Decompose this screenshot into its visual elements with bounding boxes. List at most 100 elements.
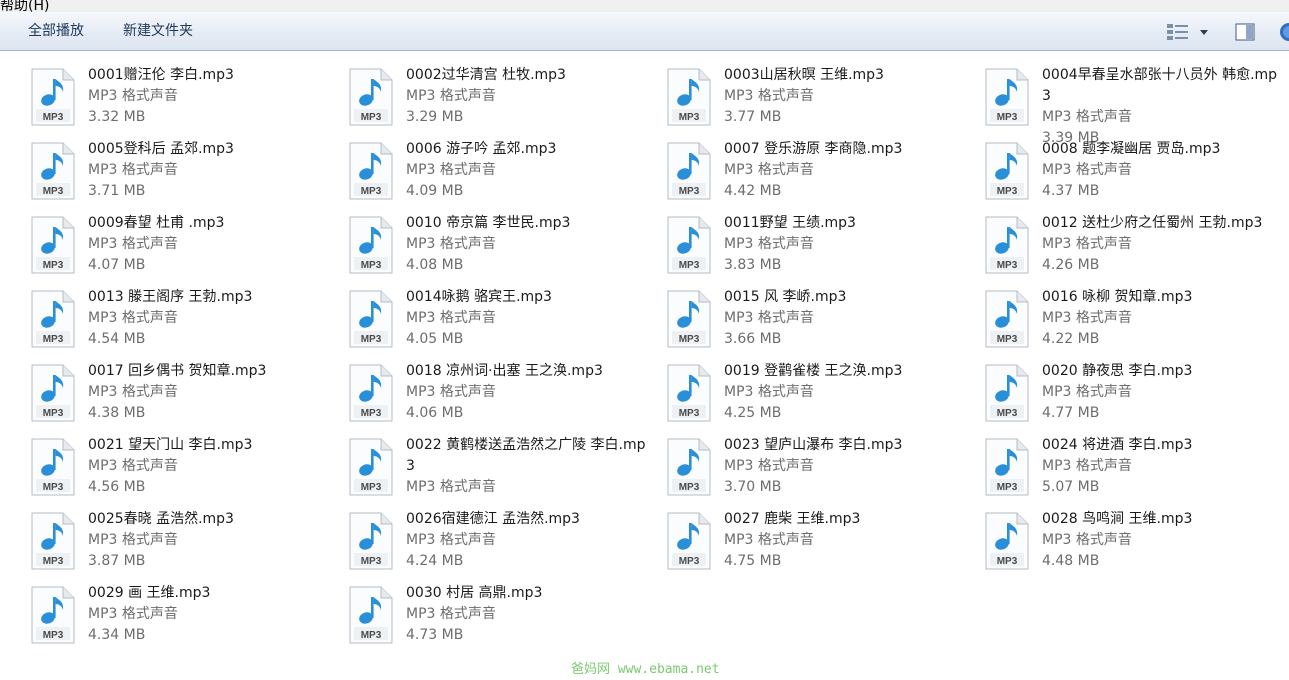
file-tile[interactable]: MP3 0008 题李凝幽居 贾岛.mp3 MP3 格式声音 4.37 MB	[984, 139, 1284, 209]
file-tile[interactable]: MP3 0011野望 王绩.mp3 MP3 格式声音 3.83 MB	[666, 213, 966, 283]
file-name: 0022 黄鹤楼送孟浩然之广陵 李白.mp3	[406, 437, 646, 474]
file-tile[interactable]: MP3 0004早春呈水部张十八员外 韩愈.mp3 MP3 格式声音 3.39 MB	[984, 65, 1284, 146]
file-tile[interactable]: MP3 0014咏鹅 骆宾王.mp3 MP3 格式声音 4.05 MB	[348, 287, 648, 357]
play-all-button[interactable]: 全部播放	[28, 12, 84, 50]
file-tile[interactable]: MP3 0009春望 杜甫 .mp3 MP3 格式声音 4.07 MB	[30, 213, 330, 283]
file-name: 0007 登乐游原 李商隐.mp3	[724, 141, 903, 157]
change-view-icon[interactable]	[1166, 23, 1190, 41]
file-name: 0019 登鹳雀楼 王之涣.mp3	[724, 363, 903, 379]
file-tile[interactable]: MP3 0019 登鹳雀楼 王之涣.mp3 MP3 格式声音 4.25 MB	[666, 361, 966, 431]
file-tile[interactable]: MP3 0023 望庐山瀑布 李白.mp3 MP3 格式声音 3.70 MB	[666, 435, 966, 505]
file-tile[interactable]: MP3 0001赠汪伦 李白.mp3 MP3 格式声音 3.32 MB	[30, 65, 330, 135]
file-size: 4.25 MB	[724, 405, 782, 421]
mp3-badge: MP3	[361, 556, 382, 567]
menu-item-help[interactable]: 帮助(H)	[0, 0, 49, 12]
file-tile[interactable]: MP3 0021 望天门山 李白.mp3 MP3 格式声音 4.56 MB	[30, 435, 330, 505]
file-type: MP3 格式声音	[724, 532, 814, 548]
file-type: MP3 格式声音	[88, 384, 178, 400]
mp3-file-icon: MP3	[349, 586, 393, 644]
file-type: MP3 格式声音	[406, 479, 496, 495]
file-tile[interactable]: MP3 0013 滕王阁序 王勃.mp3 MP3 格式声音 4.54 MB	[30, 287, 330, 357]
mp3-file-icon: MP3	[985, 438, 1029, 496]
file-name: 0003山居秋暝 王维.mp3	[724, 67, 884, 83]
mp3-badge: MP3	[361, 334, 382, 345]
file-name: 0021 望天门山 李白.mp3	[88, 437, 253, 453]
mp3-file-icon: MP3	[667, 68, 711, 126]
file-tile[interactable]: MP3 0018 凉州词·出塞 王之涣.mp3 MP3 格式声音 4.06 MB	[348, 361, 648, 431]
file-type: MP3 格式声音	[406, 532, 496, 548]
file-name: 0016 咏柳 贺知章.mp3	[1042, 289, 1193, 305]
file-type: MP3 格式声音	[88, 532, 178, 548]
mp3-file-icon: MP3	[349, 438, 393, 496]
file-details: 0016 咏柳 贺知章.mp3 MP3 格式声音 4.22 MB	[1042, 287, 1284, 350]
mp3-file-icon: MP3	[31, 68, 75, 126]
mp3-badge: MP3	[679, 112, 700, 123]
file-details: 0012 送杜少府之任蜀州 王勃.mp3 MP3 格式声音 4.26 MB	[1042, 213, 1284, 276]
file-list-view: MP3 0001赠汪伦 李白.mp3 MP3 格式声音 3.32 MB MP3 0002过…	[0, 51, 1289, 680]
file-name: 0004早春呈水部张十八员外 韩愈.mp3	[1042, 67, 1278, 104]
mp3-file-icon: MP3	[667, 512, 711, 570]
file-name: 0017 回乡偶书 贺知章.mp3	[88, 363, 267, 379]
file-tile[interactable]: MP3 0007 登乐游原 李商隐.mp3 MP3 格式声音 4.42 MB	[666, 139, 966, 209]
file-size: 4.22 MB	[1042, 331, 1100, 347]
file-size: 4.06 MB	[406, 405, 464, 421]
file-details: 0021 望天门山 李白.mp3 MP3 格式声音 4.56 MB	[88, 435, 330, 498]
view-options-dropdown-icon[interactable]	[1199, 27, 1209, 37]
mp3-badge: MP3	[43, 630, 64, 641]
help-icon[interactable]	[1279, 22, 1289, 42]
file-type: MP3 格式声音	[724, 384, 814, 400]
file-tile[interactable]: MP3 0026宿建德江 孟浩然.mp3 MP3 格式声音 4.24 MB	[348, 509, 648, 579]
file-size: 4.26 MB	[1042, 257, 1100, 273]
file-tile[interactable]: MP3 0024 将进酒 李白.mp3 MP3 格式声音 5.07 MB	[984, 435, 1284, 505]
file-details: 0015 风 李峤.mp3 MP3 格式声音 3.66 MB	[724, 287, 966, 350]
file-size: 4.05 MB	[406, 331, 464, 347]
mp3-badge: MP3	[43, 408, 64, 419]
mp3-badge: MP3	[361, 408, 382, 419]
file-tile[interactable]: MP3 0017 回乡偶书 贺知章.mp3 MP3 格式声音 4.38 MB	[30, 361, 330, 431]
file-tile[interactable]: MP3 0003山居秋暝 王维.mp3 MP3 格式声音 3.77 MB	[666, 65, 966, 135]
mp3-badge: MP3	[43, 556, 64, 567]
file-tile[interactable]: MP3 0016 咏柳 贺知章.mp3 MP3 格式声音 4.22 MB	[984, 287, 1284, 357]
file-tile[interactable]: MP3 0029 画 王维.mp3 MP3 格式声音 4.34 MB	[30, 583, 330, 653]
mp3-file-icon: MP3	[667, 216, 711, 274]
file-tile[interactable]: MP3 0002过华清宫 杜牧.mp3 MP3 格式声音 3.29 MB	[348, 65, 648, 135]
file-details: 0013 滕王阁序 王勃.mp3 MP3 格式声音 4.54 MB	[88, 287, 330, 350]
file-size: 3.77 MB	[724, 109, 782, 125]
file-type: MP3 格式声音	[1042, 384, 1132, 400]
file-name: 0006 游子吟 孟郊.mp3	[406, 141, 557, 157]
file-tile[interactable]: MP3 0010 帝京篇 李世民.mp3 MP3 格式声音 4.08 MB	[348, 213, 648, 283]
file-details: 0014咏鹅 骆宾王.mp3 MP3 格式声音 4.05 MB	[406, 287, 648, 350]
file-name: 0029 画 王维.mp3	[88, 585, 211, 601]
file-tile[interactable]: MP3 0015 风 李峤.mp3 MP3 格式声音 3.66 MB	[666, 287, 966, 357]
mp3-badge: MP3	[679, 482, 700, 493]
file-tile[interactable]: MP3 0012 送杜少府之任蜀州 王勃.mp3 MP3 格式声音 4.26 MB	[984, 213, 1284, 283]
file-tile[interactable]: MP3 0022 黄鹤楼送孟浩然之广陵 李白.mp3 MP3 格式声音	[348, 435, 648, 505]
file-details: 0001赠汪伦 李白.mp3 MP3 格式声音 3.32 MB	[88, 65, 330, 128]
file-tile[interactable]: MP3 0027 鹿柴 王维.mp3 MP3 格式声音 4.75 MB	[666, 509, 966, 579]
preview-pane-icon[interactable]	[1235, 23, 1255, 41]
file-details: 0017 回乡偶书 贺知章.mp3 MP3 格式声音 4.38 MB	[88, 361, 330, 424]
mp3-badge: MP3	[43, 112, 64, 123]
mp3-file-icon: MP3	[349, 142, 393, 200]
file-tile[interactable]: MP3 0005登科后 孟郊.mp3 MP3 格式声音 3.71 MB	[30, 139, 330, 209]
file-details: 0011野望 王绩.mp3 MP3 格式声音 3.83 MB	[724, 213, 966, 276]
file-size: 4.07 MB	[88, 257, 146, 273]
menu-bar: 帮助(H)	[0, 0, 1289, 12]
file-tile[interactable]: MP3 0020 静夜思 李白.mp3 MP3 格式声音 4.77 MB	[984, 361, 1284, 431]
file-details: 0025春晓 孟浩然.mp3 MP3 格式声音 3.87 MB	[88, 509, 330, 572]
file-tile[interactable]: MP3 0030 村居 高鼎.mp3 MP3 格式声音 4.73 MB	[348, 583, 648, 653]
file-tile[interactable]: MP3 0006 游子吟 孟郊.mp3 MP3 格式声音 4.09 MB	[348, 139, 648, 209]
file-type: MP3 格式声音	[1042, 458, 1132, 474]
file-type: MP3 格式声音	[724, 458, 814, 474]
file-tile[interactable]: MP3 0025春晓 孟浩然.mp3 MP3 格式声音 3.87 MB	[30, 509, 330, 579]
file-size: 3.32 MB	[88, 109, 146, 125]
file-name: 0023 望庐山瀑布 李白.mp3	[724, 437, 903, 453]
mp3-file-icon: MP3	[985, 364, 1029, 422]
file-size: 3.66 MB	[724, 331, 782, 347]
new-folder-button[interactable]: 新建文件夹	[123, 12, 193, 50]
file-name: 0020 静夜思 李白.mp3	[1042, 363, 1193, 379]
mp3-badge: MP3	[997, 260, 1018, 271]
file-tile[interactable]: MP3 0028 鸟鸣涧 王维.mp3 MP3 格式声音 4.48 MB	[984, 509, 1284, 579]
file-type: MP3 格式声音	[1042, 236, 1132, 252]
file-details: 0020 静夜思 李白.mp3 MP3 格式声音 4.77 MB	[1042, 361, 1284, 424]
